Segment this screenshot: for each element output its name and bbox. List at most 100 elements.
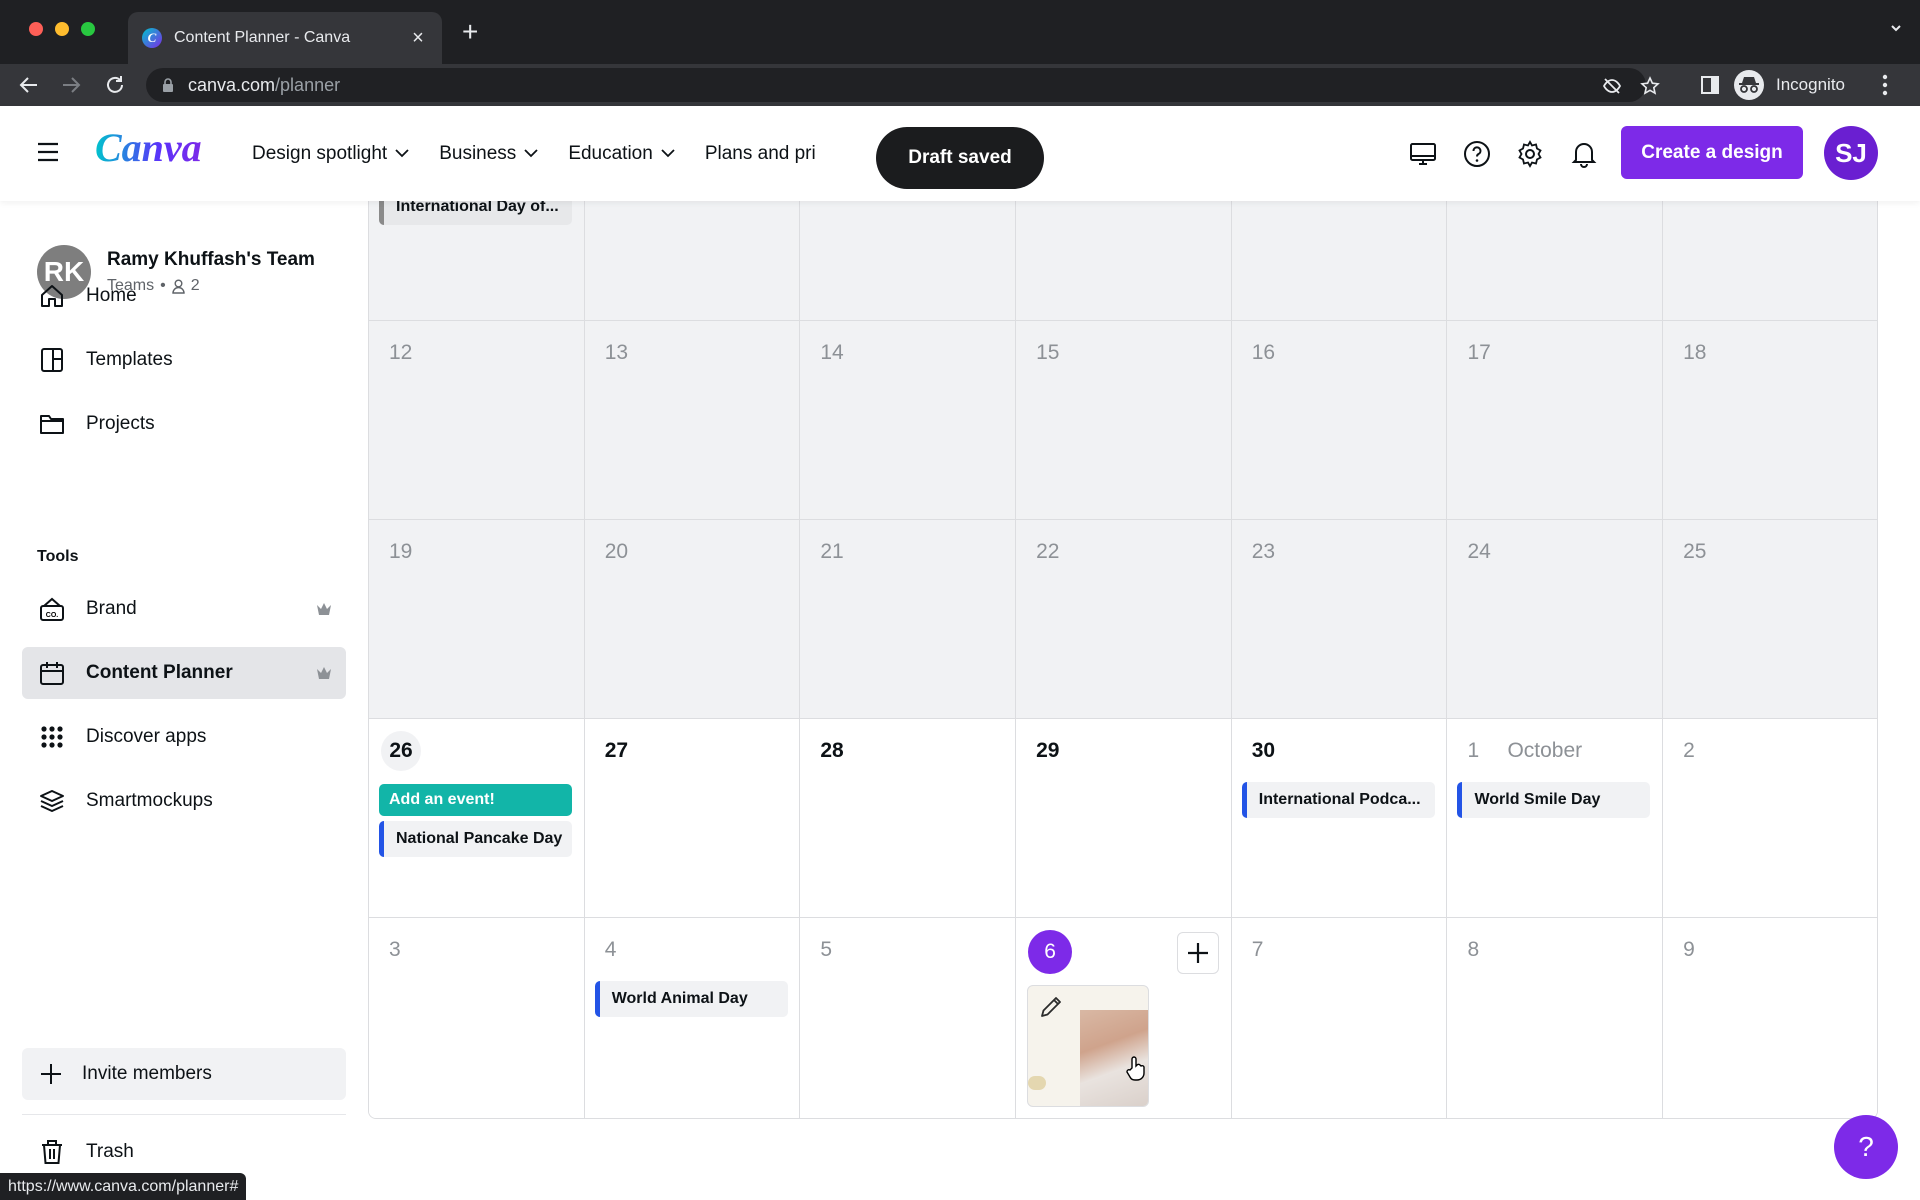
- calendar-day[interactable]: 20: [584, 520, 801, 719]
- nav-business[interactable]: Business: [439, 143, 538, 165]
- calendar-day[interactable]: 12: [369, 321, 585, 520]
- side-panel-icon[interactable]: [1700, 75, 1720, 95]
- edit-pencil-icon[interactable]: [1038, 994, 1064, 1020]
- calendar-day[interactable]: [1447, 201, 1664, 321]
- calendar-day[interactable]: 30 International Podca...: [1231, 719, 1448, 918]
- sidebar-item-brand[interactable]: CO. Brand: [22, 583, 346, 635]
- chevron-down-icon: [395, 149, 409, 158]
- browser-tab-bar: C Content Planner - Canva × +: [0, 0, 1920, 64]
- canva-logo[interactable]: Canva: [95, 124, 202, 171]
- calendar-day[interactable]: [584, 201, 801, 321]
- calendar-event[interactable]: International Podca...: [1241, 782, 1435, 818]
- calendar-event[interactable]: International Day of...: [379, 201, 572, 225]
- sidebar-item-smartmockups[interactable]: Smartmockups: [22, 775, 346, 827]
- add-content-button[interactable]: [1176, 932, 1219, 974]
- calendar-week: 26 Add an event! National Pancake Day 27…: [369, 719, 1877, 918]
- scheduled-design-thumbnail[interactable]: [1027, 985, 1150, 1107]
- apps-grid-icon: [38, 723, 66, 751]
- settings-gear-icon[interactable]: [1516, 140, 1544, 168]
- invite-members-button[interactable]: Invite members: [22, 1048, 346, 1100]
- brand-icon: CO.: [38, 595, 66, 623]
- bookmark-star-icon[interactable]: [1640, 76, 1660, 96]
- window-maximize-button[interactable]: [81, 22, 95, 36]
- calendar-day[interactable]: 27: [584, 719, 801, 918]
- trash-icon: [38, 1138, 66, 1166]
- calendar-day[interactable]: 21: [800, 520, 1017, 719]
- app-header: Canva Design spotlight Business Educatio…: [0, 106, 1920, 201]
- tab-close-icon[interactable]: ×: [408, 27, 428, 50]
- calendar-day[interactable]: [1663, 201, 1877, 321]
- calendar-day[interactable]: [1016, 201, 1232, 321]
- calendar-day[interactable]: 15: [1016, 321, 1232, 520]
- forward-arrow-icon[interactable]: [60, 74, 82, 96]
- calendar-day[interactable]: 16: [1231, 321, 1448, 520]
- reload-icon[interactable]: [104, 74, 126, 96]
- calendar-day[interactable]: 18: [1663, 321, 1877, 520]
- calendar-day[interactable]: 17: [1447, 321, 1664, 520]
- sidebar-item-templates[interactable]: Templates: [22, 334, 346, 386]
- calendar-day[interactable]: 29: [1016, 719, 1232, 918]
- address-bar[interactable]: canva.com/planner: [146, 68, 1660, 102]
- calendar-day[interactable]: 7: [1231, 918, 1448, 1118]
- calendar-day[interactable]: 1 October World Smile Day: [1447, 719, 1664, 918]
- browser-menu-icon[interactable]: [1882, 74, 1888, 96]
- calendar-day[interactable]: 6: [1016, 918, 1232, 1118]
- calendar-day[interactable]: 8: [1447, 918, 1664, 1118]
- calendar-day[interactable]: 14: [800, 321, 1017, 520]
- calendar-day[interactable]: 2: [1663, 719, 1877, 918]
- window-close-button[interactable]: [29, 22, 43, 36]
- hamburger-menu-icon[interactable]: [37, 142, 59, 162]
- calendar-event[interactable]: World Animal Day: [594, 981, 788, 1017]
- user-avatar[interactable]: SJ: [1824, 126, 1878, 180]
- sidebar-item-content-planner[interactable]: Content Planner: [22, 647, 346, 699]
- calendar-day[interactable]: 23: [1231, 520, 1448, 719]
- templates-icon: [38, 346, 66, 374]
- tab-search-chevron-icon[interactable]: [1890, 22, 1902, 34]
- incognito-label: Incognito: [1776, 75, 1845, 94]
- calendar-day[interactable]: International Day of...: [369, 201, 585, 321]
- calendar-day[interactable]: [1231, 201, 1448, 321]
- calendar-week-partial: International Day of...: [369, 201, 1877, 321]
- team-name: Ramy Khuffash's Team: [107, 249, 315, 270]
- calendar-day[interactable]: 13: [584, 321, 801, 520]
- calendar-week: 12 13 14 15 16 17 18: [369, 321, 1877, 520]
- desktop-app-icon[interactable]: [1409, 140, 1437, 168]
- folder-icon: [38, 410, 66, 438]
- sidebar-item-trash[interactable]: Trash: [22, 1126, 346, 1178]
- browser-tab[interactable]: C Content Planner - Canva ×: [128, 12, 442, 64]
- sidebar-item-discover-apps[interactable]: Discover apps: [22, 711, 346, 763]
- nav-plans-pricing[interactable]: Plans and pri: [705, 143, 816, 165]
- nav-design-spotlight[interactable]: Design spotlight: [252, 143, 409, 165]
- calendar-day[interactable]: 28: [800, 719, 1017, 918]
- calendar-day[interactable]: 24: [1447, 520, 1664, 719]
- help-icon[interactable]: [1463, 140, 1491, 168]
- calendar-event[interactable]: National Pancake Day: [379, 821, 572, 857]
- add-event-button[interactable]: Add an event!: [379, 784, 572, 816]
- month-label: October: [1507, 739, 1583, 762]
- design-decoration: [1028, 1076, 1047, 1090]
- pointer-hand-icon: [1126, 1056, 1145, 1081]
- calendar-day[interactable]: 9: [1663, 918, 1877, 1118]
- calendar-day[interactable]: 4 World Animal Day: [584, 918, 801, 1118]
- home-icon: [38, 282, 66, 310]
- calendar-day[interactable]: 3: [369, 918, 585, 1118]
- eye-off-icon[interactable]: [1602, 76, 1622, 96]
- calendar-day[interactable]: [800, 201, 1017, 321]
- calendar-day[interactable]: 19: [369, 520, 585, 719]
- sidebar-item-projects[interactable]: Projects: [22, 398, 346, 450]
- window-minimize-button[interactable]: [55, 22, 69, 36]
- calendar-event[interactable]: World Smile Day: [1457, 782, 1651, 818]
- calendar-day[interactable]: 22: [1016, 520, 1232, 719]
- layers-icon: [38, 787, 66, 815]
- create-design-button[interactable]: Create a design: [1621, 126, 1803, 179]
- nav-education[interactable]: Education: [568, 143, 675, 165]
- notifications-bell-icon[interactable]: [1570, 140, 1598, 168]
- help-fab-button[interactable]: ?: [1834, 1115, 1898, 1179]
- calendar-day[interactable]: 25: [1663, 520, 1877, 719]
- calendar-day[interactable]: 5: [800, 918, 1017, 1118]
- new-tab-icon[interactable]: +: [462, 18, 478, 46]
- calendar-day[interactable]: 26 Add an event! National Pancake Day: [369, 719, 585, 918]
- sidebar-item-home[interactable]: Home: [22, 270, 346, 322]
- incognito-profile-button[interactable]: Incognito: [1734, 67, 1864, 103]
- back-arrow-icon[interactable]: [18, 74, 40, 96]
